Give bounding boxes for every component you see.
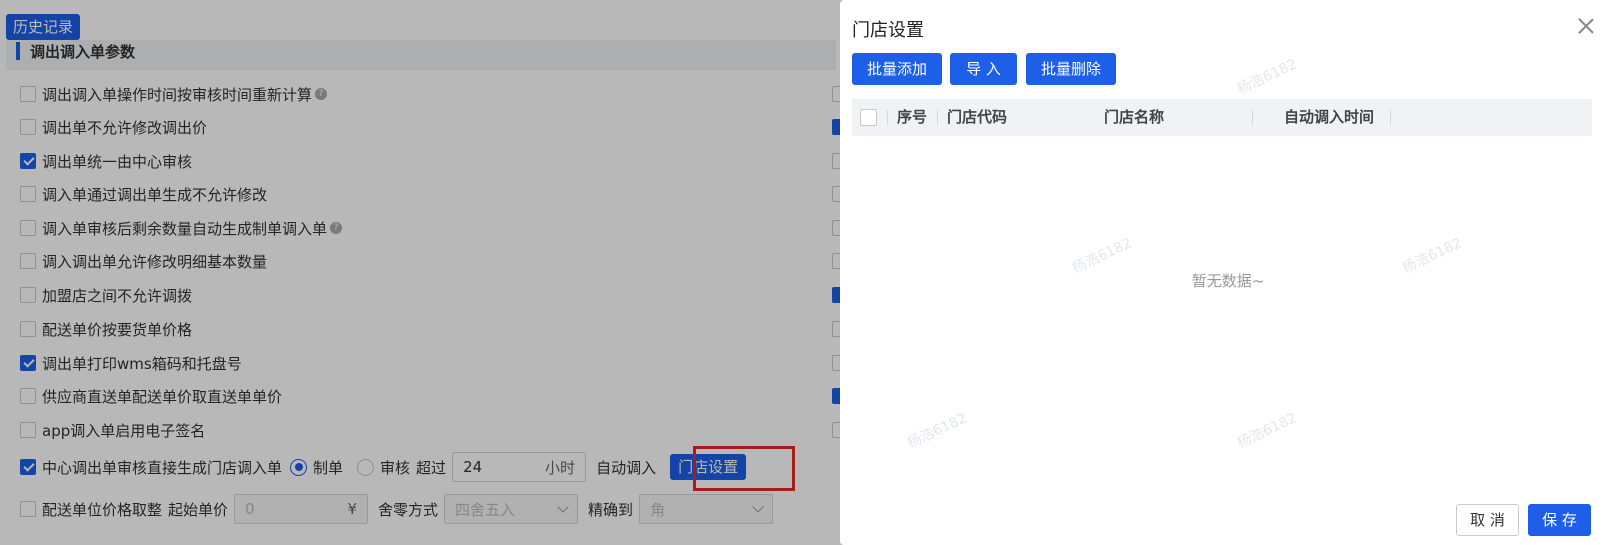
column-header-store-code[interactable]: 门店代码 <box>947 99 1007 136</box>
watermark: 杨浩6182 <box>1235 410 1300 452</box>
modal-title: 门店设置 <box>852 20 924 41</box>
table-header: 序号 门店代码 门店名称 自动调入时间 <box>852 99 1592 136</box>
watermark: 杨浩6182 <box>1235 56 1300 98</box>
column-header-auto-in-time[interactable]: 自动调入时间 <box>1284 99 1374 136</box>
select-all-checkbox[interactable] <box>860 109 877 126</box>
import-button[interactable]: 导 入 <box>950 53 1017 85</box>
empty-state: 暂无数据~ <box>1191 272 1265 290</box>
column-divider <box>1252 110 1253 125</box>
column-divider <box>887 110 888 125</box>
column-divider <box>1390 110 1391 125</box>
cancel-button[interactable]: 取 消 <box>1456 504 1519 536</box>
column-divider <box>937 110 938 125</box>
save-button[interactable]: 保 存 <box>1528 504 1591 536</box>
store-settings-modal: 门店设置 批量添加 导 入 批量删除 序号 门店代码 门店名称 自动调入时间 杨… <box>840 0 1616 545</box>
column-header-index[interactable]: 序号 <box>897 99 927 136</box>
close-icon[interactable] <box>1576 16 1596 36</box>
watermark: 杨浩6182 <box>905 410 970 452</box>
batch-delete-button[interactable]: 批量删除 <box>1026 53 1116 85</box>
batch-add-button[interactable]: 批量添加 <box>852 53 942 85</box>
column-header-store-name[interactable]: 门店名称 <box>1104 99 1164 136</box>
